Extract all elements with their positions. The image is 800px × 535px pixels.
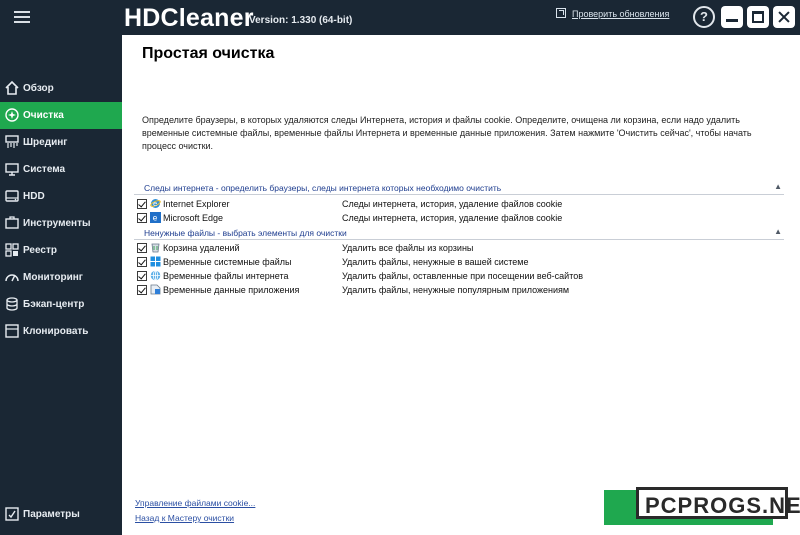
sidebar-item-label: Шрединг [23,137,68,148]
shredder-icon [4,134,20,150]
sidebar-item-shredding[interactable]: Шрединг [0,129,122,156]
sidebar-item-label: Очистка [23,110,64,121]
app-title: HDCleaner [124,4,254,32]
sidebar-item-settings[interactable]: Параметры [0,501,122,528]
list-item: e Internet Explorer Следы интернета, ист… [137,197,777,211]
recycle-bin-checkbox[interactable] [137,243,147,253]
sidebar-item-system[interactable]: Система [0,156,122,183]
sparkle-icon [4,107,20,123]
row-description: Удалить файлы, ненужные в вашей системе [342,257,529,267]
maximize-button[interactable] [747,6,769,28]
row-description: Следы интернета, история, удаление файло… [342,199,563,209]
chevron-up-icon[interactable]: ▲ [774,182,782,191]
chevron-up-icon[interactable]: ▲ [774,227,782,236]
registry-icon [4,242,20,258]
title-bar: HDCleaner Version: 1.330 (64-bit) Провер… [0,0,800,35]
list-item: e Microsoft Edge Следы интернета, истори… [137,211,777,225]
row-description: Удалить все файлы из корзины [342,243,474,253]
app-version: Version: 1.330 (64-bit) [249,15,353,26]
sidebar-item-clone[interactable]: Клонировать [0,318,122,345]
row-description: Удалить файлы, оставленные при посещении… [342,271,584,281]
tools-icon [4,215,20,231]
sidebar-item-monitoring[interactable]: Мониторинг [0,264,122,291]
sidebar-item-cleaning[interactable]: Очистка [0,102,122,129]
list-item: Временные системные файлы Удалить файлы,… [137,255,777,269]
row-name: Microsoft Edge [163,213,224,223]
list-item: Временные данные приложения Удалить файл… [137,283,777,297]
row-name: Временные данные приложения [163,285,300,295]
watermark-text: PCPROGS.NET [645,493,800,518]
edge-icon: e [150,212,161,223]
section-label: Следы интернета - определить браузеры, с… [144,183,502,193]
list-item: Корзина удалений Удалить все файлы из ко… [137,241,777,255]
section-header-internet-traces[interactable]: Следы интернета - определить браузеры, с… [134,181,784,195]
sidebar-item-label: Система [23,164,66,175]
settings-icon [4,506,20,522]
page-title: Простая очистка [142,45,275,62]
row-name: Internet Explorer [163,199,230,209]
row-name: Временные системные файлы [163,257,292,267]
globe-icon [150,270,161,281]
monitor-icon [4,269,20,285]
hdd-icon [4,188,20,204]
computer-icon [4,161,20,177]
check-updates-link[interactable]: Проверить обновления [556,8,669,19]
sidebar-item-label: Обзор [23,83,54,94]
sidebar-item-registry[interactable]: Реестр [0,237,122,264]
app-data-icon [150,284,161,295]
sidebar-item-label: Инструменты [23,218,91,229]
list-item: Временные файлы интернета Удалить файлы,… [137,269,777,283]
help-button[interactable]: ? [693,6,715,28]
row-name: Временные файлы интернета [163,271,289,281]
row-name: Корзина удалений [163,243,240,253]
ie-checkbox[interactable] [137,199,147,209]
back-to-wizard-link[interactable]: Назад к Мастеру очистки [135,513,234,523]
sidebar-item-label: Мониторинг [23,272,83,283]
svg-text:e: e [153,200,157,208]
sidebar-item-label: Параметры [23,509,80,520]
minimize-button[interactable] [721,6,743,28]
recycle-bin-icon [150,242,161,253]
temp-system-files-checkbox[interactable] [137,257,147,267]
section-header-junk-files[interactable]: Ненужные файлы - выбрать элементы для оч… [134,226,784,240]
sidebar-item-label: Реестр [23,245,57,256]
sidebar: Обзор Очистка Шрединг Система HDD Инстру… [0,35,122,535]
temp-app-data-checkbox[interactable] [137,285,147,295]
row-description: Следы интернета, история, удаление файло… [342,213,563,223]
row-description: Удалить файлы, ненужные популярным прило… [342,285,570,295]
page-description: Определите браузеры, в которых удаляются… [142,115,752,151]
hamburger-menu-icon[interactable] [14,11,30,23]
external-link-icon [556,8,566,18]
section-label: Ненужные файлы - выбрать элементы для оч… [144,228,347,238]
close-button[interactable] [773,6,795,28]
sidebar-item-label: Бэкап-центр [23,299,85,310]
main-content: Простая очистка Определите браузеры, в к… [122,35,800,535]
house-icon [4,80,20,96]
sidebar-item-label: HDD [23,191,45,202]
manage-cookies-link[interactable]: Управление файлами cookie... [135,498,255,508]
backup-icon [4,296,20,312]
edge-checkbox[interactable] [137,213,147,223]
sidebar-item-hdd[interactable]: HDD [0,183,122,210]
watermark: PCPROGS.NET [636,487,800,519]
clone-icon [4,323,20,339]
sidebar-item-overview[interactable]: Обзор [0,75,122,102]
sidebar-item-label: Клонировать [23,326,89,337]
windows-icon [150,256,161,267]
check-updates-label: Проверить обновления [572,9,670,19]
sidebar-item-backup[interactable]: Бэкап-центр [0,291,122,318]
internet-explorer-icon: e [150,198,161,209]
svg-text:e: e [153,214,158,223]
sidebar-item-tools[interactable]: Инструменты [0,210,122,237]
temp-internet-files-checkbox[interactable] [137,271,147,281]
